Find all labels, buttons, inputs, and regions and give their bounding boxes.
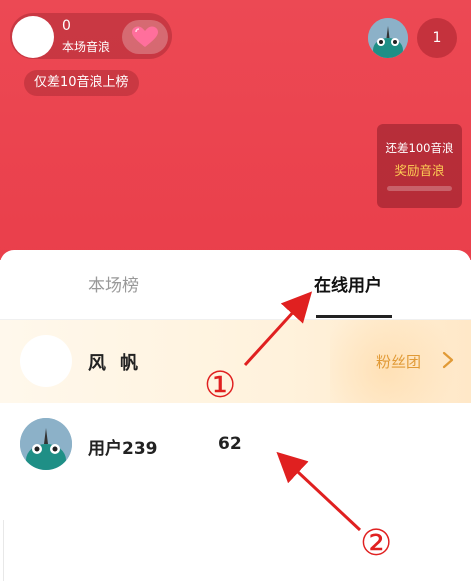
active-tab-indicator — [316, 315, 392, 318]
reward-gap-text: 还差100音浪 — [385, 141, 454, 155]
follow-heart-button[interactable] — [122, 20, 168, 54]
chevron-right-icon[interactable] — [439, 350, 457, 370]
host-wave-count: 0 — [62, 18, 71, 34]
tab-online-users[interactable]: 在线用户 — [314, 271, 382, 296]
fan-club-link[interactable]: 粉丝团 — [376, 351, 421, 372]
tab-session-rank[interactable]: 本场榜 — [88, 271, 139, 296]
host-wave-caption: 本场音浪 — [62, 40, 111, 54]
fan-row-avatar[interactable] — [20, 335, 72, 387]
rank-gap-notice[interactable]: 仅差10音浪上榜 — [24, 70, 139, 96]
user-avatar[interactable] — [20, 418, 72, 470]
reward-progress-bar — [387, 186, 452, 191]
teal-monster-avatar-icon — [20, 418, 72, 470]
scroll-edge — [0, 520, 4, 581]
reward-progress-box[interactable]: 还差100音浪 奖励音浪 — [377, 124, 462, 208]
user-name: 用户239 — [88, 439, 158, 459]
heart-icon — [132, 26, 158, 47]
teal-monster-avatar-icon — [368, 18, 408, 58]
fan-row-name: 风帆 — [88, 353, 152, 374]
online-viewer-count[interactable]: 1 — [417, 18, 457, 58]
user-contribution-score: 62 — [218, 434, 242, 454]
annotation-label-1: ① — [204, 365, 237, 406]
top-viewer-avatar[interactable] — [368, 18, 408, 58]
host-avatar[interactable] — [12, 16, 54, 58]
reward-label: 奖励音浪 — [394, 163, 445, 178]
annotation-label-2: ② — [360, 523, 393, 564]
